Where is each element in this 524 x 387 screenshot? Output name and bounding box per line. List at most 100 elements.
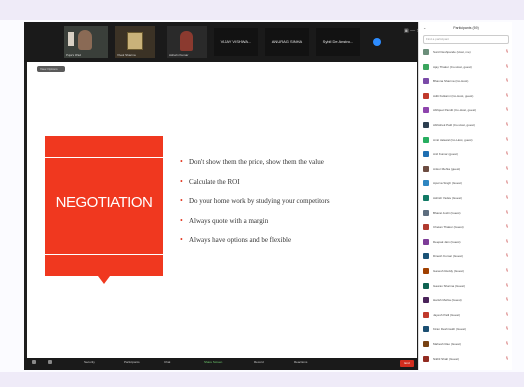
participant-row[interactable]: Apurva Singh (Guest) 🎙 bbox=[423, 179, 511, 188]
participant-name: Dinesh Kumar (Guest) bbox=[433, 254, 463, 259]
participant-name: Kiran Deshmukh (Guest) bbox=[433, 327, 467, 332]
mic-muted-icon[interactable]: 🎙 bbox=[505, 326, 509, 330]
mic-muted-icon[interactable]: 🎙 bbox=[505, 64, 509, 68]
toolbar-reactions[interactable]: Reactions bbox=[294, 360, 307, 364]
divider bbox=[45, 157, 163, 158]
background-decoration bbox=[0, 0, 524, 20]
mic-muted-icon[interactable]: 🎙 bbox=[505, 312, 509, 316]
participant-tile[interactable]: VIJAY VISHWA... bbox=[214, 28, 258, 56]
person-silhouette bbox=[180, 31, 193, 51]
participant-row[interactable]: Ajay Thakur (Co-Host, guest) 🎙 bbox=[423, 63, 511, 72]
bullet-item: Always quote with a margin bbox=[180, 216, 330, 236]
participant-row[interactable]: Bharat Joshi (Guest) 🎙 bbox=[423, 209, 511, 218]
divider bbox=[45, 254, 163, 255]
participant-name: Gaurav Sharma (Guest) bbox=[433, 283, 466, 288]
mic-muted-icon[interactable]: 🎙 bbox=[505, 137, 509, 141]
mic-muted-icon[interactable]: 🎙 bbox=[505, 239, 509, 243]
person-silhouette bbox=[78, 30, 92, 50]
participant-search-input[interactable]: Find a participant bbox=[423, 35, 509, 44]
participant-name: Nikhil Shah (Guest) bbox=[433, 356, 460, 361]
participant-row[interactable]: Ashish Yadav (Guest) 🎙 bbox=[423, 194, 511, 203]
mic-muted-icon[interactable]: 🎙 bbox=[505, 195, 509, 199]
participant-row[interactable]: Mahesh Rao (Guest) 🎙 bbox=[423, 340, 511, 349]
mic-muted-icon[interactable]: 🎙 bbox=[505, 253, 509, 257]
participant-row[interactable]: Abhijeet Pandit (Co-Host, guest) 🎙 bbox=[423, 106, 511, 115]
mic-muted-icon[interactable]: 🎙 bbox=[505, 107, 509, 111]
avatar bbox=[423, 180, 429, 187]
mic-muted-icon[interactable]: 🎙 bbox=[505, 224, 509, 228]
participant-row[interactable]: Amit Jaiswal (Co-Host, guest) 🎙 bbox=[423, 136, 511, 145]
mic-muted-icon[interactable]: 🎙 bbox=[505, 356, 509, 360]
camera-icon[interactable] bbox=[48, 360, 52, 364]
participant-row[interactable]: Nikhil Shah (Guest) 🎙 bbox=[423, 355, 511, 364]
emblem-image bbox=[127, 32, 143, 50]
video-thumbnail[interactable]: Vivek Sharma bbox=[115, 26, 155, 58]
toolbar-participants[interactable]: Participants bbox=[124, 360, 140, 364]
mic-muted-icon[interactable]: 🎙 bbox=[505, 297, 509, 301]
avatar bbox=[423, 268, 429, 274]
participant-name: Sunil Deshpande (Host, me) bbox=[433, 50, 471, 54]
view-options-button[interactable]: View Options bbox=[37, 66, 65, 72]
avatar bbox=[423, 122, 429, 128]
screen-frame: Puja's iPad Vivek Sharma Ashwin Kumar VI… bbox=[0, 0, 524, 387]
participant-row[interactable]: Sunil Deshpande (Host, me) 🎙 bbox=[423, 48, 511, 57]
video-strip: Puja's iPad Vivek Sharma Ashwin Kumar VI… bbox=[24, 22, 418, 62]
participant-row[interactable]: Aditi Kulkarni (Co-Host, guest) 🎙 bbox=[423, 92, 511, 101]
avatar bbox=[423, 238, 429, 245]
participant-name: Bhavna Sharma (Co-Host) bbox=[433, 79, 469, 84]
participant-name: Chetan Thakur (Guest) bbox=[433, 225, 464, 230]
mic-muted-icon[interactable]: 🎙 bbox=[505, 49, 509, 53]
mic-muted-icon[interactable]: 🎙 bbox=[505, 283, 509, 287]
participants-panel: ⌄ Participants (59) Find a participant S… bbox=[418, 22, 512, 370]
end-meeting-button[interactable]: End bbox=[400, 360, 414, 367]
participant-row[interactable]: Ankur Mehta (guest) 🎙 bbox=[423, 165, 511, 174]
bullet-item: Don't show them the price, show them the… bbox=[180, 157, 330, 177]
toolbar-share-screen[interactable]: Share Screen bbox=[204, 360, 222, 364]
video-thumbnail[interactable]: Ashwin Kumar bbox=[167, 26, 207, 58]
mic-muted-icon[interactable]: 🎙 bbox=[505, 78, 509, 82]
mic-muted-icon[interactable]: 🎙 bbox=[505, 341, 509, 345]
toolbar-chat[interactable]: Chat bbox=[164, 360, 170, 364]
microphone-icon[interactable] bbox=[32, 360, 36, 364]
thumbnail-label: Vivek Sharma bbox=[117, 53, 136, 57]
participant-tile[interactable]: ANURAG SINHA bbox=[265, 28, 309, 56]
participant-tile[interactable]: Sybil De Anstro... bbox=[316, 28, 360, 56]
meeting-toolbar: Security Participants Chat Share Screen … bbox=[24, 358, 418, 370]
participant-name: Anil Kumar (guest) bbox=[433, 152, 458, 157]
participant-name: Bharat Joshi (Guest) bbox=[433, 210, 461, 215]
participant-name: Ganesh Reddy (Guest) bbox=[433, 269, 464, 273]
mic-muted-icon[interactable]: 🎙 bbox=[505, 166, 509, 170]
avatar bbox=[423, 311, 429, 318]
participant-row[interactable]: Kiran Deshmukh (Guest) 🎙 bbox=[423, 325, 511, 334]
participant-row[interactable]: Bhavna Sharma (Co-Host) 🎙 bbox=[423, 77, 511, 86]
avatar bbox=[423, 282, 429, 289]
participant-row[interactable]: Ganesh Reddy (Guest) 🎙 bbox=[423, 267, 511, 276]
participant-row[interactable]: Chetan Thakur (Guest) 🎙 bbox=[423, 223, 511, 232]
more-videos-icon[interactable] bbox=[373, 38, 381, 46]
participant-row[interactable]: Anil Kumar (guest) 🎙 bbox=[423, 150, 511, 159]
participant-name: Mahesh Rao (Guest) bbox=[433, 342, 461, 346]
panel-title: Participants (59) bbox=[453, 26, 479, 30]
participant-row[interactable]: Gaurav Sharma (Guest) 🎙 bbox=[423, 282, 511, 291]
participant-row[interactable]: Jayesh Patil (Guest) 🎙 bbox=[423, 311, 511, 320]
participant-row[interactable]: Dinesh Kumar (Guest) 🎙 bbox=[423, 252, 511, 261]
participant-name: Amit Jaiswal (Co-Host, guest) bbox=[433, 137, 473, 142]
participant-row[interactable]: Abhishek Patil (Co-Host, guest) 🎙 bbox=[423, 121, 511, 130]
toolbar-security[interactable]: Security bbox=[84, 360, 95, 364]
avatar bbox=[423, 224, 429, 231]
video-thumbnail[interactable]: Puja's iPad bbox=[64, 26, 108, 58]
participant-row[interactable]: Harish Mehta (Guest) 🎙 bbox=[423, 296, 511, 305]
avatar bbox=[423, 165, 429, 172]
participant-row[interactable]: Deepak Jain (Guest) 🎙 bbox=[423, 238, 511, 247]
avatar bbox=[423, 63, 429, 70]
mic-muted-icon[interactable]: 🎙 bbox=[505, 180, 509, 184]
toolbar-record[interactable]: Record bbox=[254, 360, 264, 364]
participant-name: Apurva Singh (Guest) bbox=[433, 181, 462, 186]
mic-muted-icon[interactable]: 🎙 bbox=[505, 122, 509, 126]
mic-muted-icon[interactable]: 🎙 bbox=[505, 210, 509, 214]
mic-muted-icon[interactable]: 🎙 bbox=[505, 93, 509, 97]
avatar bbox=[423, 92, 429, 99]
mic-muted-icon[interactable]: 🎙 bbox=[505, 268, 509, 272]
mic-muted-icon[interactable]: 🎙 bbox=[505, 151, 509, 155]
callout-tail bbox=[98, 276, 110, 284]
